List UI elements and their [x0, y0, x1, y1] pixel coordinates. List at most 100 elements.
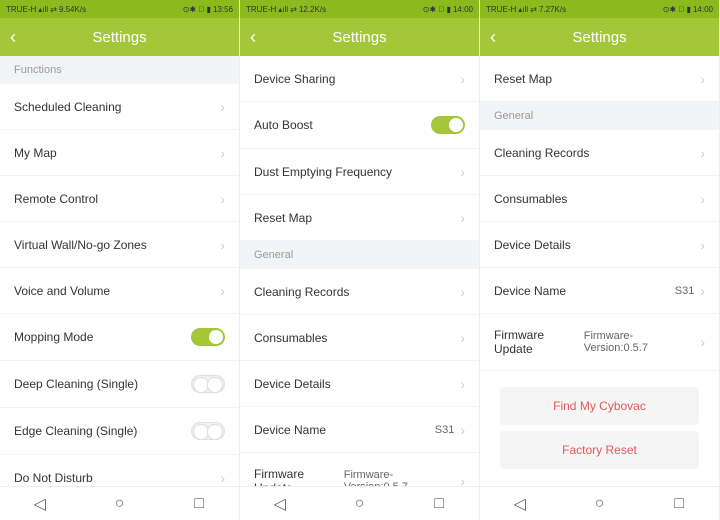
chevron-right-icon: › — [700, 191, 705, 207]
section-functions: Functions — [0, 56, 239, 84]
chevron-right-icon: › — [460, 164, 465, 180]
edge-cleaning-toggle[interactable] — [191, 422, 225, 440]
chevron-right-icon: › — [220, 145, 225, 161]
chevron-right-icon: › — [220, 191, 225, 207]
chevron-right-icon: › — [460, 376, 465, 392]
label: Reset Map — [494, 72, 552, 86]
carrier: TRUE-H — [486, 5, 516, 14]
chevron-right-icon: › — [700, 283, 705, 299]
page-title: Settings — [332, 29, 386, 46]
clock: 14:00 — [453, 5, 473, 14]
row-cleaning-records[interactable]: Cleaning Records› — [480, 130, 719, 176]
row-reset-map[interactable]: Reset Map› — [240, 195, 479, 241]
delete-device-button[interactable]: Delete the Device — [500, 475, 699, 486]
android-nav-bar: ◁ ○ □ — [0, 486, 239, 520]
chevron-right-icon: › — [220, 470, 225, 486]
chevron-right-icon: › — [460, 422, 465, 438]
row-scheduled-cleaning[interactable]: Scheduled Cleaning› — [0, 84, 239, 130]
find-my-cybovac-button[interactable]: Find My Cybovac — [500, 387, 699, 425]
nav-home-icon[interactable]: ○ — [112, 497, 126, 511]
label: Mopping Mode — [14, 330, 93, 344]
clock: 14:00 — [693, 5, 713, 14]
section-general: General — [240, 241, 479, 269]
factory-reset-button[interactable]: Factory Reset — [500, 431, 699, 469]
row-firmware-update[interactable]: Firmware UpdateFirmware-Version:0.5.7› — [480, 314, 719, 371]
status-bar: TRUE-H ▴ıll ⇄ 12.2K/s ⊙✱ ⃝ ▮ 14:00 — [240, 0, 479, 18]
chevron-right-icon: › — [460, 473, 465, 486]
label: Cleaning Records — [254, 285, 349, 299]
nav-recent-icon[interactable]: □ — [192, 497, 206, 511]
carrier: TRUE-H — [246, 5, 276, 14]
row-dust-frequency[interactable]: Dust Emptying Frequency› — [240, 149, 479, 195]
status-bar: TRUE-H ▴ıll ⇄ 7.27K/s ⊙✱ ⃝ ▮ 14:00 — [480, 0, 719, 18]
label: Deep Cleaning (Single) — [14, 377, 138, 391]
row-reset-map[interactable]: Reset Map› — [480, 56, 719, 102]
chevron-right-icon: › — [220, 99, 225, 115]
label: Cleaning Records — [494, 146, 589, 160]
row-voice-volume[interactable]: Voice and Volume › — [0, 268, 239, 314]
screen-3: TRUE-H ▴ıll ⇄ 7.27K/s ⊙✱ ⃝ ▮ 14:00 ‹ Set… — [480, 0, 720, 520]
row-my-map[interactable]: My Map› — [0, 130, 239, 176]
row-device-name[interactable]: Device NameS31› — [480, 268, 719, 314]
carrier: TRUE-H — [6, 5, 36, 14]
chevron-right-icon: › — [220, 283, 225, 299]
row-consumables[interactable]: Consumables › — [240, 315, 479, 361]
chevron-right-icon: › — [460, 330, 465, 346]
firmware-value: Firmware-Version:0.5.7 — [344, 469, 455, 486]
header: ‹ Settings — [0, 18, 239, 56]
chevron-right-icon: › — [700, 334, 705, 350]
chevron-right-icon: › — [220, 237, 225, 253]
auto-boost-toggle[interactable] — [431, 116, 465, 134]
label: Consumables — [254, 331, 327, 345]
firmware-value: Firmware-Version:0.5.7 — [584, 330, 695, 354]
nav-home-icon[interactable]: ○ — [592, 497, 606, 511]
settings-list[interactable]: Device Sharing› Auto Boost Dust Emptying… — [240, 56, 479, 486]
label: Voice and Volume — [14, 284, 110, 298]
android-nav-bar: ◁ ○ □ — [240, 486, 479, 520]
row-firmware-update[interactable]: Firmware UpdateFirmware-Version:0.5.7› — [240, 453, 479, 486]
row-do-not-disturb[interactable]: Do Not Disturb › — [0, 455, 239, 486]
row-consumables[interactable]: Consumables› — [480, 176, 719, 222]
back-button[interactable]: ‹ — [490, 27, 496, 48]
nav-recent-icon[interactable]: □ — [672, 497, 686, 511]
page-title: Settings — [92, 29, 146, 46]
status-bar: TRUE-H ▴ıll ⇄ 9.54K/s ⊙✱ ⃝ ▮ 13:56 — [0, 0, 239, 18]
label: Virtual Wall/No-go Zones — [14, 238, 147, 252]
row-edge-cleaning[interactable]: Edge Cleaning (Single) — [0, 408, 239, 455]
screen-1: TRUE-H ▴ıll ⇄ 9.54K/s ⊙✱ ⃝ ▮ 13:56 ‹ Set… — [0, 0, 240, 520]
status-icons: ⊙✱ ⃝ ▮ — [423, 5, 451, 14]
settings-list[interactable]: Functions Scheduled Cleaning› My Map› Re… — [0, 56, 239, 486]
row-remote-control[interactable]: Remote Control › — [0, 176, 239, 222]
row-device-details[interactable]: Device Details › — [480, 222, 719, 268]
deep-cleaning-toggle[interactable] — [191, 375, 225, 393]
signal-icon: ▴ıll ⇄ — [518, 5, 537, 14]
row-virtual-wall[interactable]: Virtual Wall/No-go Zones › — [0, 222, 239, 268]
settings-list[interactable]: Reset Map› General Cleaning Records› Con… — [480, 56, 719, 486]
signal-icon: ▴ıll ⇄ — [38, 5, 57, 14]
row-deep-cleaning[interactable]: Deep Cleaning (Single) — [0, 361, 239, 408]
row-device-sharing[interactable]: Device Sharing› — [240, 56, 479, 102]
back-button[interactable]: ‹ — [250, 27, 256, 48]
label: Device Name — [254, 423, 326, 437]
row-cleaning-records[interactable]: Cleaning Records› — [240, 269, 479, 315]
nav-back-icon[interactable]: ◁ — [273, 497, 287, 511]
section-general: General — [480, 102, 719, 130]
mopping-toggle[interactable] — [191, 328, 225, 346]
row-device-details[interactable]: Device Details › — [240, 361, 479, 407]
nav-recent-icon[interactable]: □ — [432, 497, 446, 511]
row-auto-boost[interactable]: Auto Boost — [240, 102, 479, 149]
label: Device Name — [494, 284, 566, 298]
label: Do Not Disturb — [14, 471, 93, 485]
nav-home-icon[interactable]: ○ — [352, 497, 366, 511]
back-button[interactable]: ‹ — [10, 27, 16, 48]
label: Remote Control — [14, 192, 98, 206]
label: Device Details — [494, 238, 571, 252]
page-title: Settings — [572, 29, 626, 46]
chevron-right-icon: › — [700, 237, 705, 253]
label: Device Details — [254, 377, 331, 391]
row-device-name[interactable]: Device NameS31› — [240, 407, 479, 453]
nav-back-icon[interactable]: ◁ — [513, 497, 527, 511]
chevron-right-icon: › — [460, 71, 465, 87]
nav-back-icon[interactable]: ◁ — [33, 497, 47, 511]
row-mopping-mode[interactable]: Mopping Mode — [0, 314, 239, 361]
